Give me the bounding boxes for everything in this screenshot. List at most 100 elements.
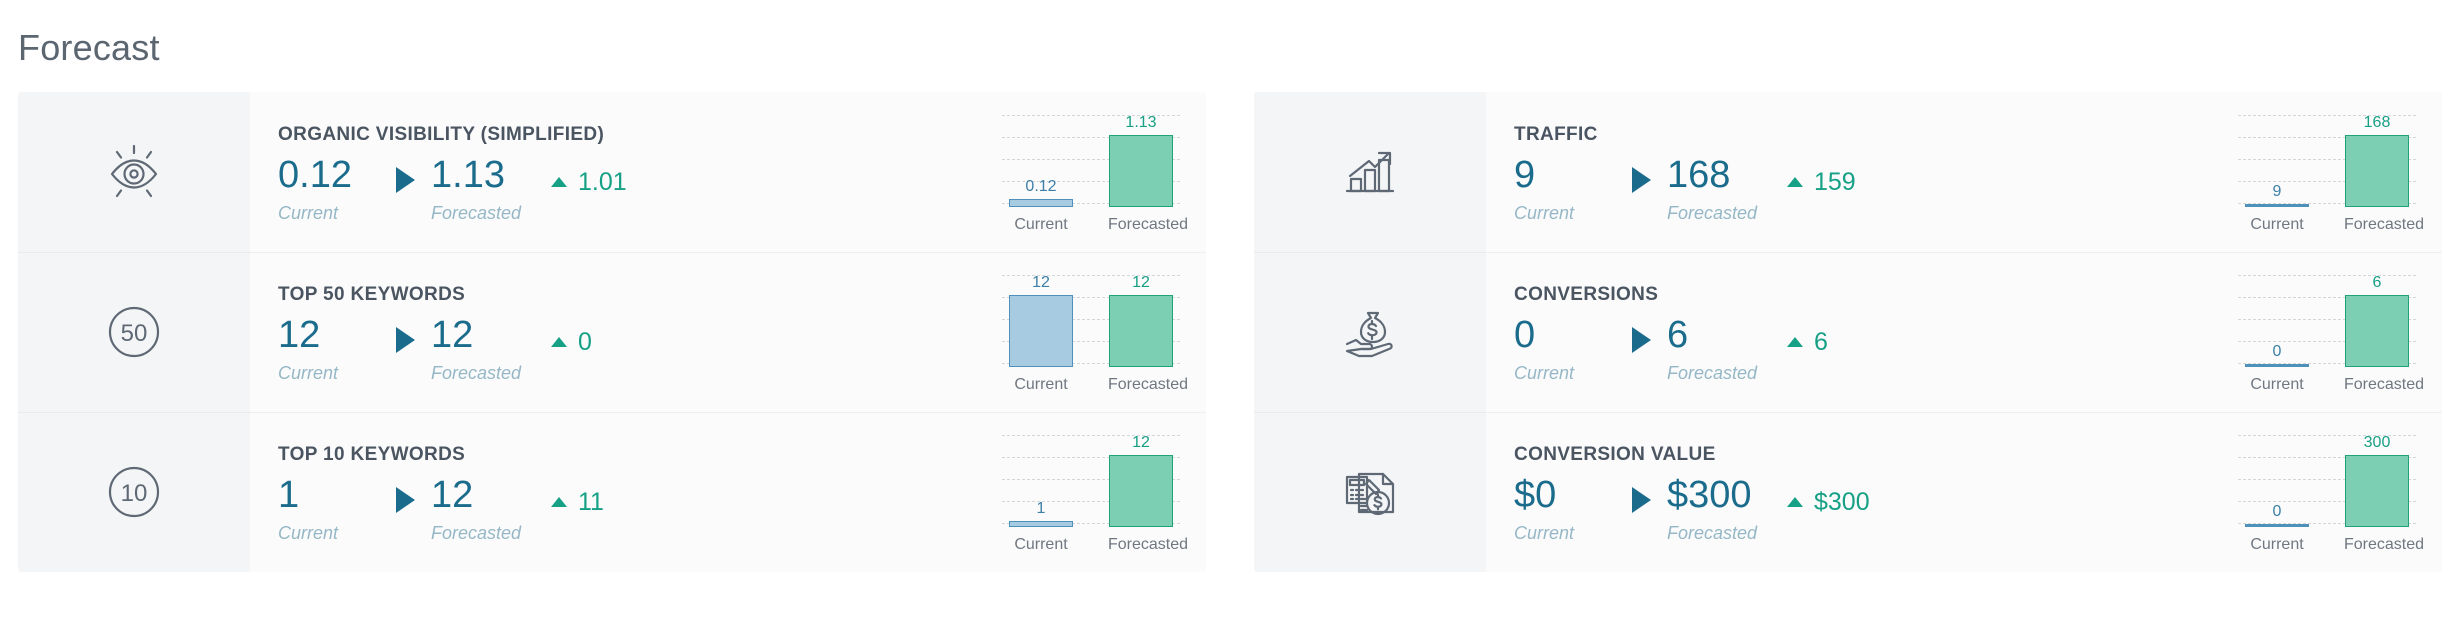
bar-slot-cur: 12: [1008, 274, 1074, 368]
current-value: 0.12: [278, 153, 352, 196]
caret-up-icon: [1787, 177, 1803, 188]
forecast-value: 6: [1667, 313, 1689, 356]
metric-row: 9 Current 168 Forecasted 159: [1514, 153, 2238, 224]
bar-fc: [1109, 295, 1173, 368]
current-label: Current: [278, 202, 339, 223]
caret-up-icon: [551, 177, 567, 188]
card-icon-pane: [1254, 91, 1486, 252]
bar-slot-fc: 1.13: [1108, 114, 1174, 208]
axis-label-forecasted: Forecasted: [2344, 536, 2425, 554]
card-body: TOP 10 KEYWORDS 1 Current 12 Forecasted …: [250, 411, 1206, 572]
growth-chart-arrow-icon: [1339, 141, 1401, 203]
delta-indicator: 159: [1787, 168, 1856, 197]
mini-chart: 0 6 Current Forecasted: [2238, 269, 2424, 394]
current-value: 9: [1514, 153, 1536, 196]
bar-slot-fc: 168: [2344, 114, 2410, 208]
forecast-card[interactable]: 10 TOP 10 KEYWORDS 1 Current 12 Forecast…: [18, 411, 1206, 572]
current-value: 12: [278, 313, 321, 356]
bar-fc: [2345, 135, 2409, 208]
bar-cur: [2245, 364, 2309, 368]
card-icon-pane: 10: [18, 411, 250, 572]
forecast-arrow-icon: [1632, 486, 1651, 513]
metric-row: 0.12 Current 1.13 Forecasted 1.01: [278, 153, 1002, 224]
forecast-page: Forecast ORGANIC VISIBILITY (SIMPLIFIED)…: [0, 0, 2460, 638]
forecast-label: Forecasted: [431, 362, 522, 383]
bar-fc: [1109, 135, 1173, 208]
chart-axis-labels: Current Forecasted: [2238, 527, 2425, 554]
delta-value: 11: [578, 487, 604, 516]
axis-label-forecasted: Forecasted: [1108, 216, 1189, 234]
bar-slot-fc: 6: [2344, 275, 2410, 368]
circle-10-icon: 10: [103, 461, 165, 523]
forecast-card[interactable]: ORGANIC VISIBILITY (SIMPLIFIED) 0.12 Cur…: [18, 91, 1206, 252]
bar-value-label-fc: 12: [1132, 434, 1150, 452]
forecast-column: TRAFFIC 9 Current 168 Forecasted 159 9 1…: [1254, 91, 2442, 572]
bar-value-label-fc: 1.13: [1125, 114, 1157, 132]
bar-slot-fc: 12: [1108, 434, 1174, 528]
current-stat: 12 Current: [278, 313, 396, 384]
forecast-value: 1.13: [431, 153, 505, 196]
mini-bar-plot: 1 12: [1002, 434, 1180, 528]
axis-label-current: Current: [1014, 216, 1068, 234]
forecast-card[interactable]: CONVERSION VALUE $0 Current $300 Forecas…: [1254, 411, 2442, 572]
forecast-card[interactable]: CONVERSIONS 0 Current 6 Forecasted 6 0 6…: [1254, 251, 2442, 412]
metric-row: $0 Current $300 Forecasted $300: [1514, 473, 2238, 544]
page-title: Forecast: [18, 27, 160, 68]
axis-label-current: Current: [1014, 376, 1068, 394]
bar-value-label-cur: 0.12: [1025, 177, 1057, 195]
delta-indicator: 6: [1787, 328, 1828, 357]
bar-fc: [2345, 295, 2409, 368]
bar-slot-fc: 12: [1108, 275, 1174, 368]
caret-up-icon: [1787, 337, 1803, 348]
bar-fc: [1109, 455, 1173, 528]
bar-cur: [2245, 204, 2309, 208]
card-metrics: CONVERSIONS 0 Current 6 Forecasted 6: [1514, 280, 2238, 384]
mini-chart: 0 300 Current Forecasted: [2238, 429, 2425, 554]
forecast-stat: 12 Forecasted: [431, 473, 535, 544]
current-value: $0: [1514, 473, 1557, 516]
mini-chart: 12 12 Current Forecasted: [1002, 269, 1188, 394]
forecast-card[interactable]: 50 TOP 50 KEYWORDS 12 Current 12 Forecas…: [18, 251, 1206, 412]
forecast-column: ORGANIC VISIBILITY (SIMPLIFIED) 0.12 Cur…: [18, 91, 1206, 572]
forecast-stat: 1.13 Forecasted: [431, 153, 535, 224]
forecast-stat: 12 Forecasted: [431, 313, 535, 384]
current-label: Current: [1514, 202, 1575, 223]
bar-value-label-cur: 12: [1032, 274, 1050, 292]
eye-visibility-icon: [103, 141, 165, 203]
axis-label-forecasted: Forecasted: [2344, 216, 2425, 234]
forecast-value: 12: [431, 313, 474, 356]
current-label: Current: [1514, 362, 1575, 383]
card-icon-pane: [1254, 251, 1486, 412]
metric-row: 1 Current 12 Forecasted 11: [278, 473, 1002, 544]
current-label: Current: [1514, 522, 1575, 543]
current-label: Current: [278, 522, 339, 543]
forecast-stat: 168 Forecasted: [1667, 155, 1771, 224]
bar-value-label-fc: 168: [2363, 114, 2391, 132]
metric-title: CONVERSIONS: [1514, 283, 1659, 305]
forecast-card[interactable]: TRAFFIC 9 Current 168 Forecasted 159 9 1…: [1254, 91, 2442, 252]
forecast-label: Forecasted: [1667, 202, 1758, 223]
card-body: CONVERSIONS 0 Current 6 Forecasted 6 0 6…: [1486, 251, 2442, 412]
forecast-arrow-icon: [396, 166, 415, 193]
delta-indicator: 1.01: [551, 168, 627, 197]
card-metrics: CONVERSION VALUE $0 Current $300 Forecas…: [1514, 440, 2238, 544]
forecast-stat: 6 Forecasted: [1667, 313, 1771, 384]
forecast-stat: $300 Forecasted: [1667, 475, 1771, 544]
delta-value: $300: [1814, 487, 1870, 516]
bar-value-label-cur: 1: [1036, 499, 1046, 517]
card-metrics: TOP 50 KEYWORDS 12 Current 12 Forecasted…: [278, 280, 1002, 384]
mini-bar-plot: 0 300: [2238, 435, 2416, 528]
forecast-value: 12: [431, 473, 474, 516]
metric-row: 0 Current 6 Forecasted 6: [1514, 313, 2238, 384]
caret-up-icon: [551, 497, 567, 508]
chart-axis-labels: Current Forecasted: [1002, 527, 1188, 554]
current-stat: 0 Current: [1514, 315, 1632, 384]
forecast-arrow-icon: [1632, 326, 1651, 353]
calculator-invoice-dollar-icon: [1339, 461, 1401, 523]
mini-chart: 9 168 Current Forecasted: [2238, 109, 2425, 234]
metric-title: CONVERSION VALUE: [1514, 443, 1716, 465]
forecast-arrow-icon: [1632, 166, 1651, 193]
current-stat: 0.12 Current: [278, 153, 396, 224]
axis-label-current: Current: [2250, 376, 2304, 394]
bar-slot-cur: 1: [1008, 435, 1074, 528]
